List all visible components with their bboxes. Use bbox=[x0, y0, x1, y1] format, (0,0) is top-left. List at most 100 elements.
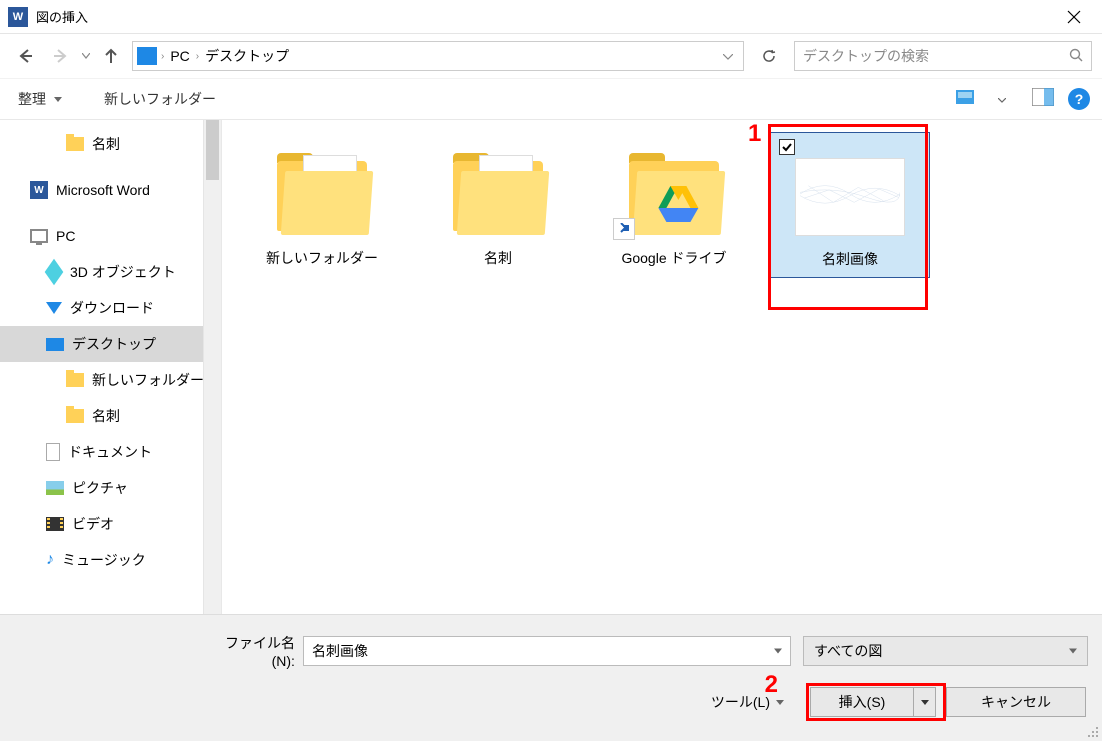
scrollbar-thumb[interactable] bbox=[206, 120, 219, 180]
tree-label: 名刺 bbox=[92, 134, 120, 154]
close-button[interactable] bbox=[1054, 2, 1094, 32]
search-input[interactable]: デスクトップの検索 bbox=[794, 41, 1092, 71]
tree-item-music[interactable]: ♪ ミュージック bbox=[0, 542, 221, 578]
resize-grip[interactable] bbox=[1086, 725, 1100, 739]
word-app-icon: W bbox=[8, 7, 28, 27]
file-item-folder[interactable]: 新しいフォルダー bbox=[242, 132, 402, 278]
selection-checkbox[interactable] bbox=[779, 139, 795, 155]
toolbar: 整理 新しいフォルダー ? bbox=[0, 78, 1102, 120]
tree-item-documents[interactable]: ドキュメント bbox=[0, 434, 221, 470]
bottom-panel: ファイル名(N): 名刺画像 すべての図 2 ツール(L) 挿入(S) キャンセ… bbox=[0, 614, 1102, 741]
search-icon bbox=[1069, 48, 1083, 65]
file-item-folder[interactable]: Google ドライブ bbox=[594, 132, 754, 278]
file-label: Google ドライブ bbox=[621, 248, 726, 268]
help-button[interactable]: ? bbox=[1068, 88, 1090, 110]
tree-item-videos[interactable]: ビデオ bbox=[0, 506, 221, 542]
back-button[interactable] bbox=[10, 41, 40, 71]
folder-icon bbox=[66, 137, 84, 151]
title-bar: W 図の挿入 bbox=[0, 0, 1102, 34]
sidebar-scrollbar[interactable] bbox=[203, 120, 221, 614]
tree-label: デスクトップ bbox=[72, 334, 156, 354]
file-label: 名刺画像 bbox=[822, 249, 878, 269]
tree-label: 新しいフォルダー bbox=[92, 370, 204, 390]
arrow-up-icon bbox=[102, 47, 120, 65]
thumbnail-view-icon bbox=[956, 88, 986, 106]
google-drive-icon bbox=[656, 184, 700, 224]
preview-pane-icon bbox=[1032, 88, 1054, 106]
tree-item-pc[interactable]: PC bbox=[0, 218, 221, 254]
tree-label: ドキュメント bbox=[68, 442, 152, 462]
tree-item-word[interactable]: W Microsoft Word bbox=[0, 172, 221, 208]
file-pane[interactable]: 1 新しいフォルダー X 名刺 Google ドライブ 名刺画像 bbox=[222, 120, 1102, 614]
tree-label: Microsoft Word bbox=[56, 182, 150, 198]
download-icon bbox=[46, 302, 62, 314]
filter-value: すべての図 bbox=[814, 641, 882, 661]
tree-item-folder[interactable]: 名刺 bbox=[0, 126, 221, 162]
address-dropdown[interactable] bbox=[717, 47, 739, 65]
window-title: 図の挿入 bbox=[36, 7, 88, 26]
tree-item-downloads[interactable]: ダウンロード bbox=[0, 290, 221, 326]
file-item-image-selected[interactable]: 名刺画像 bbox=[770, 132, 930, 278]
forward-button[interactable] bbox=[46, 41, 76, 71]
tree-item-desktop[interactable]: デスクトップ bbox=[0, 326, 221, 362]
chevron-down-icon bbox=[774, 649, 782, 654]
new-folder-button[interactable]: 新しいフォルダー bbox=[98, 85, 222, 113]
tree-item-folder[interactable]: 新しいフォルダー bbox=[0, 362, 221, 398]
desktop-icon bbox=[46, 338, 64, 351]
tree-item-cut[interactable] bbox=[0, 578, 221, 596]
file-label: 名刺 bbox=[484, 248, 512, 268]
history-dropdown[interactable] bbox=[82, 51, 90, 62]
tree-item-folder[interactable]: 名刺 bbox=[0, 398, 221, 434]
insert-split-dropdown[interactable] bbox=[913, 688, 935, 716]
search-placeholder: デスクトップの検索 bbox=[803, 46, 929, 66]
file-label: 新しいフォルダー bbox=[266, 248, 378, 268]
tree-label: ダウンロード bbox=[70, 298, 154, 318]
video-icon bbox=[46, 517, 64, 531]
pictures-icon bbox=[46, 481, 64, 495]
tree-label: ミュージック bbox=[62, 550, 146, 570]
file-type-filter[interactable]: すべての図 bbox=[803, 636, 1088, 666]
folder-icon bbox=[66, 373, 84, 387]
chevron-down-icon bbox=[82, 53, 90, 59]
view-dropdown[interactable] bbox=[998, 90, 1006, 108]
check-icon bbox=[781, 141, 793, 153]
tree-label: 3D オブジェクト bbox=[70, 262, 176, 282]
nav-bar: › PC › デスクトップ デスクトップの検索 bbox=[0, 34, 1102, 78]
chevron-down-icon bbox=[1069, 649, 1077, 654]
refresh-icon bbox=[761, 48, 777, 64]
view-mode-button[interactable] bbox=[956, 88, 986, 111]
refresh-button[interactable] bbox=[754, 41, 784, 71]
pc-drive-icon bbox=[137, 47, 157, 65]
breadcrumb-pc[interactable]: PC bbox=[164, 48, 195, 64]
filename-input[interactable]: 名刺画像 bbox=[303, 636, 791, 666]
image-thumbnail bbox=[795, 158, 905, 236]
tree-item-pictures[interactable]: ピクチャ bbox=[0, 470, 221, 506]
tree-label: PC bbox=[56, 228, 75, 244]
resize-grip-icon bbox=[1086, 725, 1100, 739]
word-icon: W bbox=[30, 181, 48, 199]
content-area: 名刺 W Microsoft Word PC 3D オブジェクト ダウンロード デ… bbox=[0, 120, 1102, 614]
organize-menu[interactable]: 整理 bbox=[12, 85, 68, 113]
preview-pane-button[interactable] bbox=[1032, 88, 1054, 111]
arrow-right-icon bbox=[52, 47, 70, 65]
chevron-down-icon bbox=[723, 54, 733, 60]
3d-icon bbox=[45, 259, 64, 286]
file-item-folder[interactable]: X 名刺 bbox=[418, 132, 578, 278]
up-button[interactable] bbox=[96, 41, 126, 71]
arrow-left-icon bbox=[16, 47, 34, 65]
pc-icon bbox=[30, 229, 48, 243]
tree-label: ピクチャ bbox=[72, 478, 128, 498]
filename-label: ファイル名(N): bbox=[206, 633, 295, 669]
annotation-1: 1 bbox=[748, 120, 761, 148]
insert-label: 挿入(S) bbox=[839, 692, 886, 712]
chevron-down-icon bbox=[998, 98, 1006, 103]
music-icon: ♪ bbox=[46, 551, 54, 569]
breadcrumb-folder[interactable]: デスクトップ bbox=[199, 46, 295, 66]
address-bar[interactable]: › PC › デスクトップ bbox=[132, 41, 744, 71]
tree-label: ビデオ bbox=[72, 514, 114, 534]
insert-button[interactable]: 挿入(S) bbox=[810, 687, 936, 717]
filename-value: 名刺画像 bbox=[312, 641, 368, 661]
cancel-button[interactable]: キャンセル bbox=[946, 687, 1086, 717]
document-icon bbox=[46, 443, 60, 461]
tree-item-3d[interactable]: 3D オブジェクト bbox=[0, 254, 221, 290]
